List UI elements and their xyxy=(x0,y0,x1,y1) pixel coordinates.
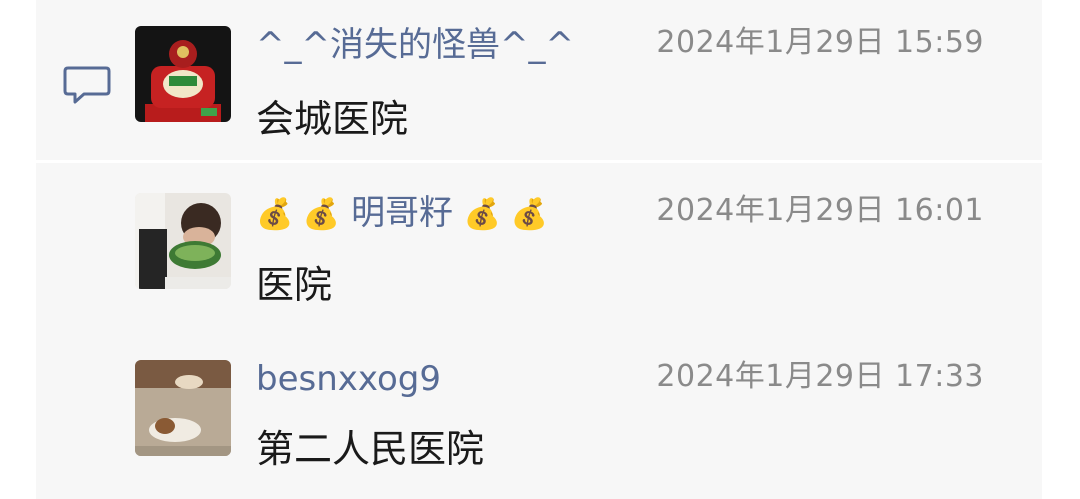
comment-text: 医院 xyxy=(256,263,333,307)
money-bag-icon: 💰 💰 xyxy=(463,197,549,232)
comment-time: 2024年1月29日 16:01 xyxy=(656,193,984,228)
comment-time: 2024年1月29日 17:33 xyxy=(656,359,984,394)
money-bag-icon: 💰 💰 xyxy=(256,197,341,232)
avatar-dogs-on-floor xyxy=(135,360,231,456)
divider xyxy=(36,160,1042,163)
comment-item: besnxxog9 2024年1月29日 17:33 第二人民医院 xyxy=(0,0,1080,471)
avatar[interactable] xyxy=(135,360,231,456)
avatar[interactable] xyxy=(135,193,231,289)
avatar-person-eating-watermelon xyxy=(135,193,231,289)
comment-author-name[interactable]: 明哥籽 xyxy=(351,193,453,233)
comment-text: 第二人民医院 xyxy=(256,427,485,471)
comment-author[interactable]: 💰 💰 明哥籽 💰 💰 xyxy=(256,192,548,236)
comment-author[interactable]: besnxxog9 xyxy=(256,358,441,400)
